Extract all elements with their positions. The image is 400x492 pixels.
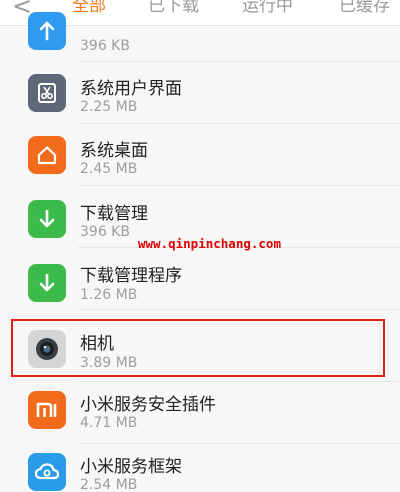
divider: [78, 309, 400, 310]
app-list: 396 KB 系统用户界面 2.25 MB 系统桌面 2.45 MB 下载管理 …: [0, 12, 400, 492]
app-row[interactable]: 系统用户界面 2.25 MB: [0, 62, 400, 124]
cloud-icon: [28, 453, 66, 491]
watermark: www.qinpinchang.com: [138, 236, 281, 251]
app-row[interactable]: 下载管理程序 1.26 MB: [0, 248, 400, 310]
home-icon: [28, 136, 66, 174]
app-row[interactable]: 小米服务安全插件 4.71 MB: [0, 382, 400, 444]
app-name: 下载管理: [80, 204, 148, 224]
app-name: 小米服务框架: [80, 457, 182, 477]
app-size: 2.54 MB: [80, 477, 138, 492]
app-size: 396 KB: [80, 224, 130, 240]
download-icon: [28, 200, 66, 238]
app-row[interactable]: 396 KB: [0, 0, 400, 62]
mi-logo-icon: [28, 391, 66, 429]
download-icon: [28, 264, 66, 302]
app-name: 系统桌面: [80, 141, 148, 161]
arrow-up-icon: [28, 12, 66, 50]
app-name: 小米服务安全插件: [80, 395, 216, 415]
app-size: 396 KB: [80, 38, 130, 54]
highlight-box: [11, 319, 385, 377]
app-row[interactable]: 小米服务框架 2.54 MB: [0, 444, 400, 492]
app-size: 1.26 MB: [80, 287, 138, 303]
app-size: 4.71 MB: [80, 415, 138, 431]
app-row[interactable]: 系统桌面 2.45 MB: [0, 124, 400, 186]
app-size: 2.45 MB: [80, 161, 138, 177]
system-ui-icon: [28, 74, 66, 112]
app-name: 系统用户界面: [80, 79, 182, 99]
app-size: 2.25 MB: [80, 99, 138, 115]
app-name: 下载管理程序: [80, 266, 182, 286]
